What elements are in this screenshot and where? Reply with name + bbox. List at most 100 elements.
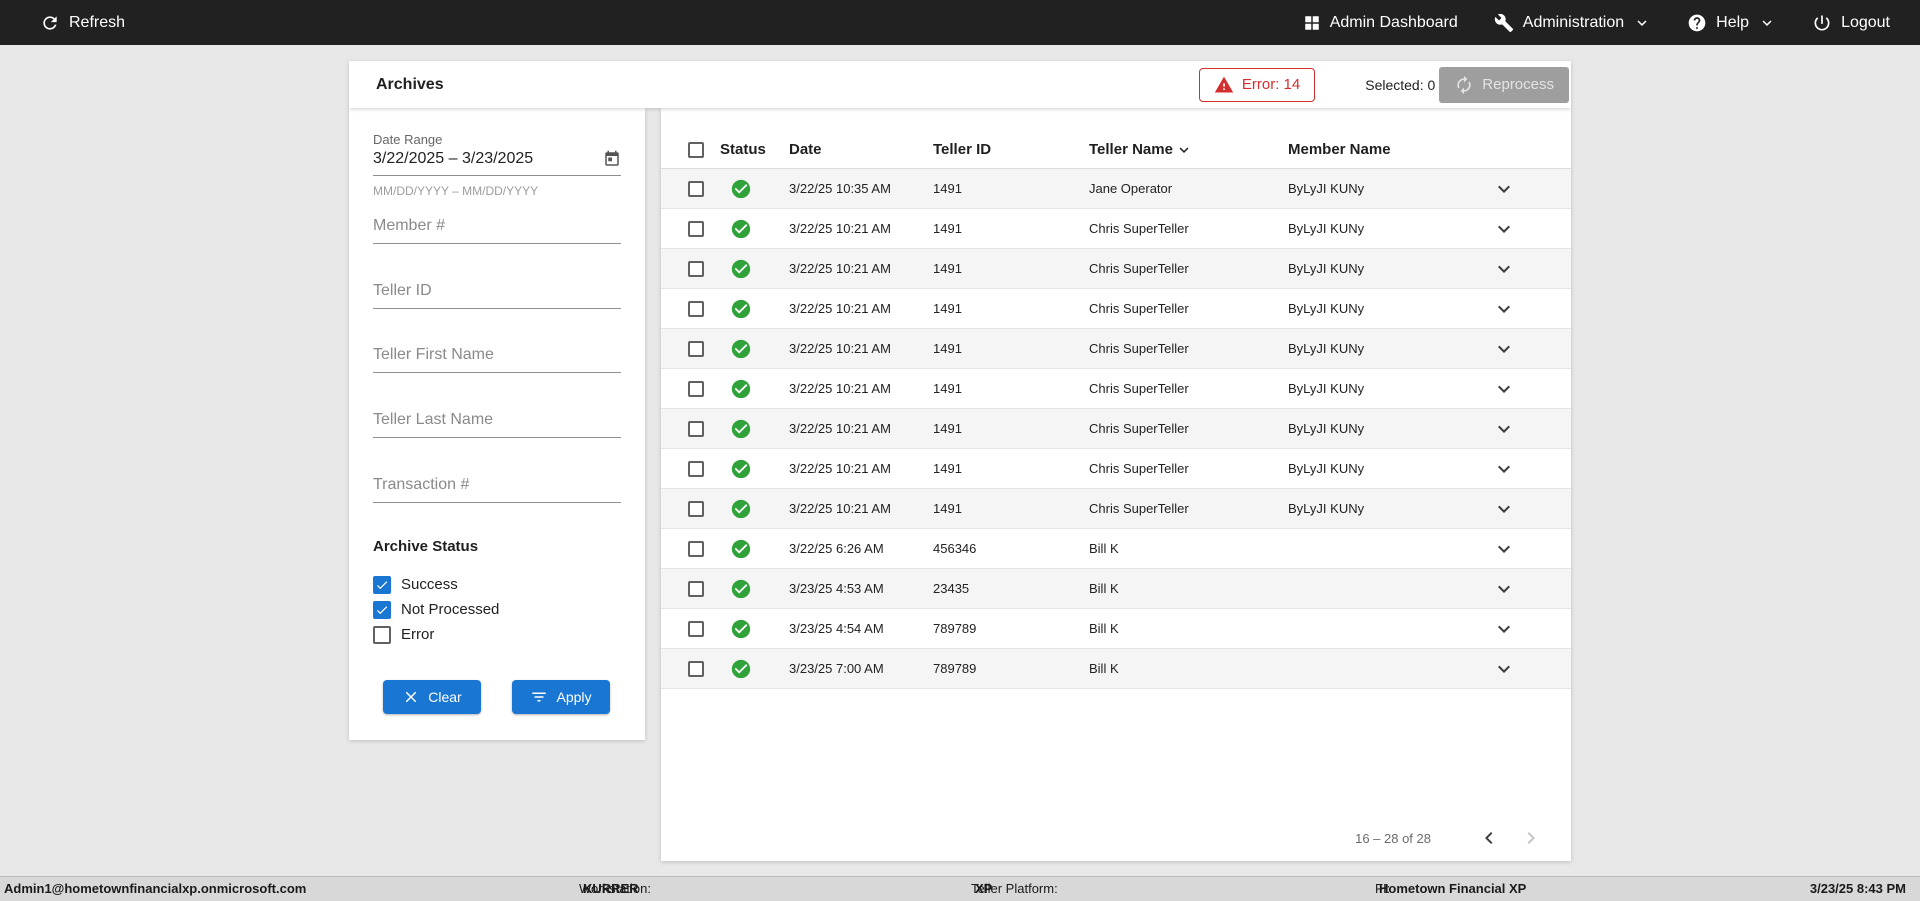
teller-last-name-input[interactable] <box>373 402 621 438</box>
error-count-label: Error: 14 <box>1241 76 1301 93</box>
row-member-name: ByLyJI KUNy <box>1288 301 1365 316</box>
row-expand-button[interactable] <box>1492 177 1516 201</box>
row-expand-button[interactable] <box>1492 457 1516 481</box>
row-expand-button[interactable] <box>1492 657 1516 681</box>
row-checkbox[interactable] <box>688 580 704 597</box>
row-teller-name: Chris SuperTeller <box>1089 301 1189 316</box>
row-checkbox[interactable] <box>688 220 704 237</box>
row-date: 3/23/25 4:53 AM <box>789 581 884 596</box>
row-checkbox[interactable] <box>688 660 704 677</box>
row-expand-button[interactable] <box>1492 337 1516 361</box>
row-date: 3/23/25 4:54 AM <box>789 621 884 636</box>
previous-page-button[interactable] <box>1477 826 1501 850</box>
apply-button[interactable]: Apply <box>512 680 610 714</box>
reprocess-label: Reprocess <box>1482 76 1554 93</box>
header-actions: Error: 14 Selected: 0 Reprocess <box>1198 66 1571 103</box>
row-expand-button[interactable] <box>1492 297 1516 321</box>
row-checkbox[interactable] <box>688 340 704 357</box>
column-header-date[interactable]: Date <box>789 141 933 158</box>
chevron-down-icon <box>1762 19 1772 26</box>
help-icon <box>1688 14 1706 31</box>
row-checkbox[interactable] <box>688 180 704 197</box>
row-checkbox[interactable] <box>688 260 704 277</box>
row-checkbox[interactable] <box>688 300 704 317</box>
row-teller-id: 1491 <box>933 181 962 196</box>
status-option-label: Success <box>401 576 458 593</box>
column-header-status[interactable]: Status <box>720 141 789 158</box>
row-expand-button[interactable] <box>1492 577 1516 601</box>
row-date: 3/22/25 10:35 AM <box>789 181 891 196</box>
column-header-teller-name[interactable]: Teller Name <box>1089 141 1288 159</box>
row-member-name: ByLyJI KUNy <box>1288 381 1365 396</box>
row-member-name: ByLyJI KUNy <box>1288 181 1365 196</box>
row-expand-button[interactable] <box>1492 377 1516 401</box>
logout-button[interactable]: Logout <box>1812 13 1890 33</box>
row-teller-id: 23435 <box>933 581 970 596</box>
table-row: 3/23/25 4:54 AM 789789 Bill K <box>661 609 1571 649</box>
row-checkbox[interactable] <box>688 620 704 637</box>
row-date: 3/22/25 10:21 AM <box>789 221 891 236</box>
clear-button[interactable]: Clear <box>383 680 481 714</box>
chevron-down-icon <box>1498 225 1510 233</box>
admin-dashboard-label: Admin Dashboard <box>1329 13 1458 31</box>
row-date: 3/22/25 10:21 AM <box>789 501 891 516</box>
archive-status-option[interactable]: Success <box>373 572 499 597</box>
table-row: 3/23/25 4:53 AM 23435 Bill K <box>661 569 1571 609</box>
teller-first-name-input[interactable] <box>373 337 621 373</box>
transaction-number-input[interactable] <box>373 467 621 503</box>
row-checkbox[interactable] <box>688 500 704 517</box>
chevron-down-icon <box>1498 545 1510 553</box>
financial-institution-info: FI: Hometown Financial XP <box>1375 877 1526 901</box>
row-checkbox[interactable] <box>688 420 704 437</box>
date-range-hint: MM/DD/YYYY – MM/DD/YYYY <box>373 184 539 198</box>
teller-id-input[interactable] <box>373 273 621 309</box>
row-expand-button[interactable] <box>1492 257 1516 281</box>
row-checkbox[interactable] <box>688 380 704 397</box>
success-status-icon <box>731 499 751 518</box>
row-expand-button[interactable] <box>1492 537 1516 561</box>
table-row: 3/23/25 7:00 AM 789789 Bill K <box>661 649 1571 689</box>
row-expand-button[interactable] <box>1492 497 1516 521</box>
date-range-input[interactable]: 3/22/2025 – 3/23/2025 <box>373 150 621 176</box>
row-teller-id: 789789 <box>933 661 977 676</box>
row-date: 3/22/25 10:21 AM <box>789 381 891 396</box>
admin-dashboard-button[interactable]: Admin Dashboard <box>1303 14 1458 32</box>
row-member-name: ByLyJI KUNy <box>1288 501 1365 516</box>
status-checkbox[interactable] <box>373 575 391 594</box>
status-checkbox[interactable] <box>373 600 391 619</box>
administration-menu-button[interactable]: Administration <box>1494 13 1651 33</box>
help-menu-button[interactable]: Help <box>1687 13 1776 33</box>
row-expand-button[interactable] <box>1492 617 1516 641</box>
table-row: 3/22/25 10:21 AM 1491 Chris SuperTeller … <box>661 329 1571 369</box>
chevron-right-icon <box>1527 832 1535 844</box>
success-status-icon <box>731 339 751 358</box>
chevron-down-icon <box>1498 385 1510 393</box>
teller-platform-info: Teller Platform: XP <box>971 877 1058 901</box>
row-teller-id: 789789 <box>933 621 977 636</box>
status-checkbox[interactable] <box>373 625 391 644</box>
teller-name-header-label: Teller Name <box>1089 141 1173 158</box>
selected-count: Selected: 0 <box>1365 76 1436 93</box>
calendar-icon[interactable] <box>603 150 621 168</box>
table-header-row: Status Date Teller ID Teller Name Member… <box>661 131 1571 169</box>
reprocess-button[interactable]: Reprocess <box>1439 66 1569 103</box>
top-navigation-bar: Refresh Admin Dashboard Administration H… <box>0 0 1920 45</box>
column-header-teller-id[interactable]: Teller ID <box>933 141 1089 158</box>
archive-status-option[interactable]: Not Processed <box>373 597 499 622</box>
current-datetime: 3/23/25 8:43 PM <box>1809 881 1906 896</box>
row-checkbox[interactable] <box>688 460 704 477</box>
error-filter-button[interactable]: Error: 14 <box>1198 67 1316 102</box>
help-label: Help <box>1716 13 1750 31</box>
archive-status-option[interactable]: Error <box>373 622 499 647</box>
row-expand-button[interactable] <box>1492 217 1516 241</box>
row-checkbox[interactable] <box>688 540 704 557</box>
next-page-button[interactable] <box>1519 826 1543 850</box>
row-expand-button[interactable] <box>1492 417 1516 441</box>
column-header-member-name[interactable]: Member Name <box>1288 141 1437 158</box>
member-number-input[interactable] <box>373 208 621 244</box>
clear-label: Clear <box>428 689 462 705</box>
refresh-button[interactable]: Refresh <box>40 13 125 33</box>
row-teller-id: 1491 <box>933 381 962 396</box>
chevron-down-icon <box>1498 425 1510 433</box>
select-all-checkbox[interactable] <box>688 141 704 158</box>
